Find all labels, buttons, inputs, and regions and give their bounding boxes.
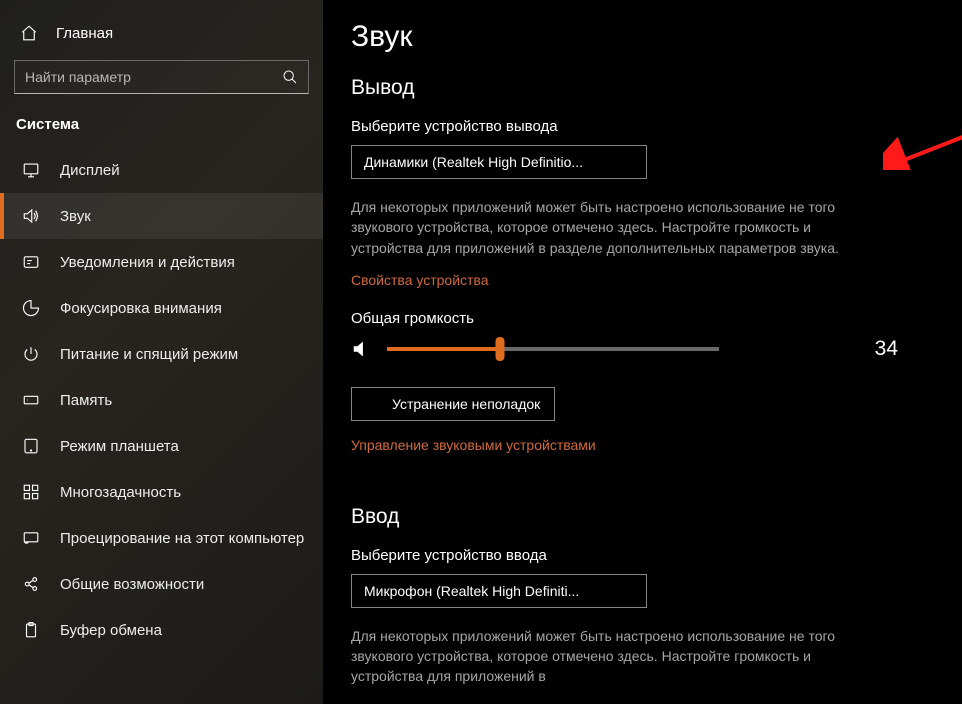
speaker-icon[interactable] <box>351 338 373 360</box>
device-properties-link[interactable]: Свойства устройства <box>351 272 489 288</box>
sidebar-item-clipboard[interactable]: Буфер обмена <box>0 607 323 653</box>
sidebar-item-shared[interactable]: Общие возможности <box>0 561 323 607</box>
troubleshoot-button[interactable]: Устранение неполадок <box>351 387 555 421</box>
sidebar-item-notifications[interactable]: Уведомления и действия <box>0 239 323 285</box>
storage-icon <box>22 391 40 409</box>
input-heading: Ввод <box>351 505 928 529</box>
volume-row: 34 <box>351 337 928 361</box>
volume-label: Общая громкость <box>351 310 928 327</box>
main-content: Звук Вывод Выберите устройство вывода Ди… <box>323 0 962 704</box>
sidebar-item-label: Уведомления и действия <box>60 254 235 271</box>
input-device-select[interactable]: Микрофон (Realtek High Definiti... <box>351 574 647 608</box>
sidebar-item-focus[interactable]: Фокусировка внимания <box>0 285 323 331</box>
page-title: Звук <box>351 20 928 54</box>
output-desc: Для некоторых приложений может быть наст… <box>351 197 841 258</box>
output-select-label: Выберите устройство вывода <box>351 118 928 135</box>
multitask-icon <box>22 483 40 501</box>
sidebar: Главная Система Дисплей Звук Уведомления и… <box>0 0 323 704</box>
shared-icon <box>22 575 40 593</box>
output-device-value: Динамики (Realtek High Definitio... <box>364 154 616 170</box>
sidebar-item-sound[interactable]: Звук <box>0 193 323 239</box>
notifications-icon <box>22 253 40 271</box>
sidebar-item-label: Питание и спящий режим <box>60 346 238 363</box>
projecting-icon <box>22 529 40 547</box>
troubleshoot-label: Устранение неполадок <box>392 396 540 412</box>
volume-value: 34 <box>875 337 928 361</box>
sidebar-item-label: Общие возможности <box>60 576 204 593</box>
home-link[interactable]: Главная <box>0 24 323 60</box>
sidebar-item-label: Режим планшета <box>60 438 179 455</box>
slider-fill <box>387 347 500 351</box>
sidebar-item-power[interactable]: Питание и спящий режим <box>0 331 323 377</box>
sidebar-item-tablet[interactable]: Режим планшета <box>0 423 323 469</box>
sidebar-item-label: Буфер обмена <box>60 622 162 639</box>
sidebar-item-label: Многозадачность <box>60 484 181 501</box>
display-icon <box>22 161 40 179</box>
chevron-down-icon <box>624 584 638 598</box>
sidebar-item-multitask[interactable]: Многозадачность <box>0 469 323 515</box>
sidebar-item-label: Звук <box>60 208 91 225</box>
category-heading: Система <box>0 112 323 147</box>
output-device-select[interactable]: Динамики (Realtek High Definitio... <box>351 145 647 179</box>
sidebar-item-label: Дисплей <box>60 162 120 179</box>
tablet-icon <box>22 437 40 455</box>
focus-icon <box>22 299 40 317</box>
warning-icon <box>366 396 382 412</box>
search-input[interactable] <box>25 69 274 85</box>
sidebar-item-projecting[interactable]: Проецирование на этот компьютер <box>0 515 323 561</box>
chevron-down-icon <box>624 155 638 169</box>
search-icon <box>282 69 298 85</box>
sidebar-item-label: Проецирование на этот компьютер <box>60 530 304 547</box>
sidebar-item-display[interactable]: Дисплей <box>0 147 323 193</box>
input-desc: Для некоторых приложений может быть наст… <box>351 626 841 687</box>
manage-devices-link[interactable]: Управление звуковыми устройствами <box>351 437 596 453</box>
sidebar-item-storage[interactable]: Память <box>0 377 323 423</box>
clipboard-icon <box>22 621 40 639</box>
nav-list: Дисплей Звук Уведомления и действия Фокусир… <box>0 147 323 704</box>
sidebar-item-label: Память <box>60 392 112 409</box>
sidebar-item-label: Фокусировка внимания <box>60 300 222 317</box>
input-select-label: Выберите устройство ввода <box>351 547 928 564</box>
slider-thumb[interactable] <box>495 337 504 361</box>
sound-icon <box>22 207 40 225</box>
volume-slider[interactable] <box>387 347 719 351</box>
search-box[interactable] <box>14 60 309 94</box>
home-label: Главная <box>56 25 113 42</box>
input-device-value: Микрофон (Realtek High Definiti... <box>364 583 616 599</box>
home-icon <box>20 24 38 42</box>
power-icon <box>22 345 40 363</box>
output-heading: Вывод <box>351 76 928 100</box>
